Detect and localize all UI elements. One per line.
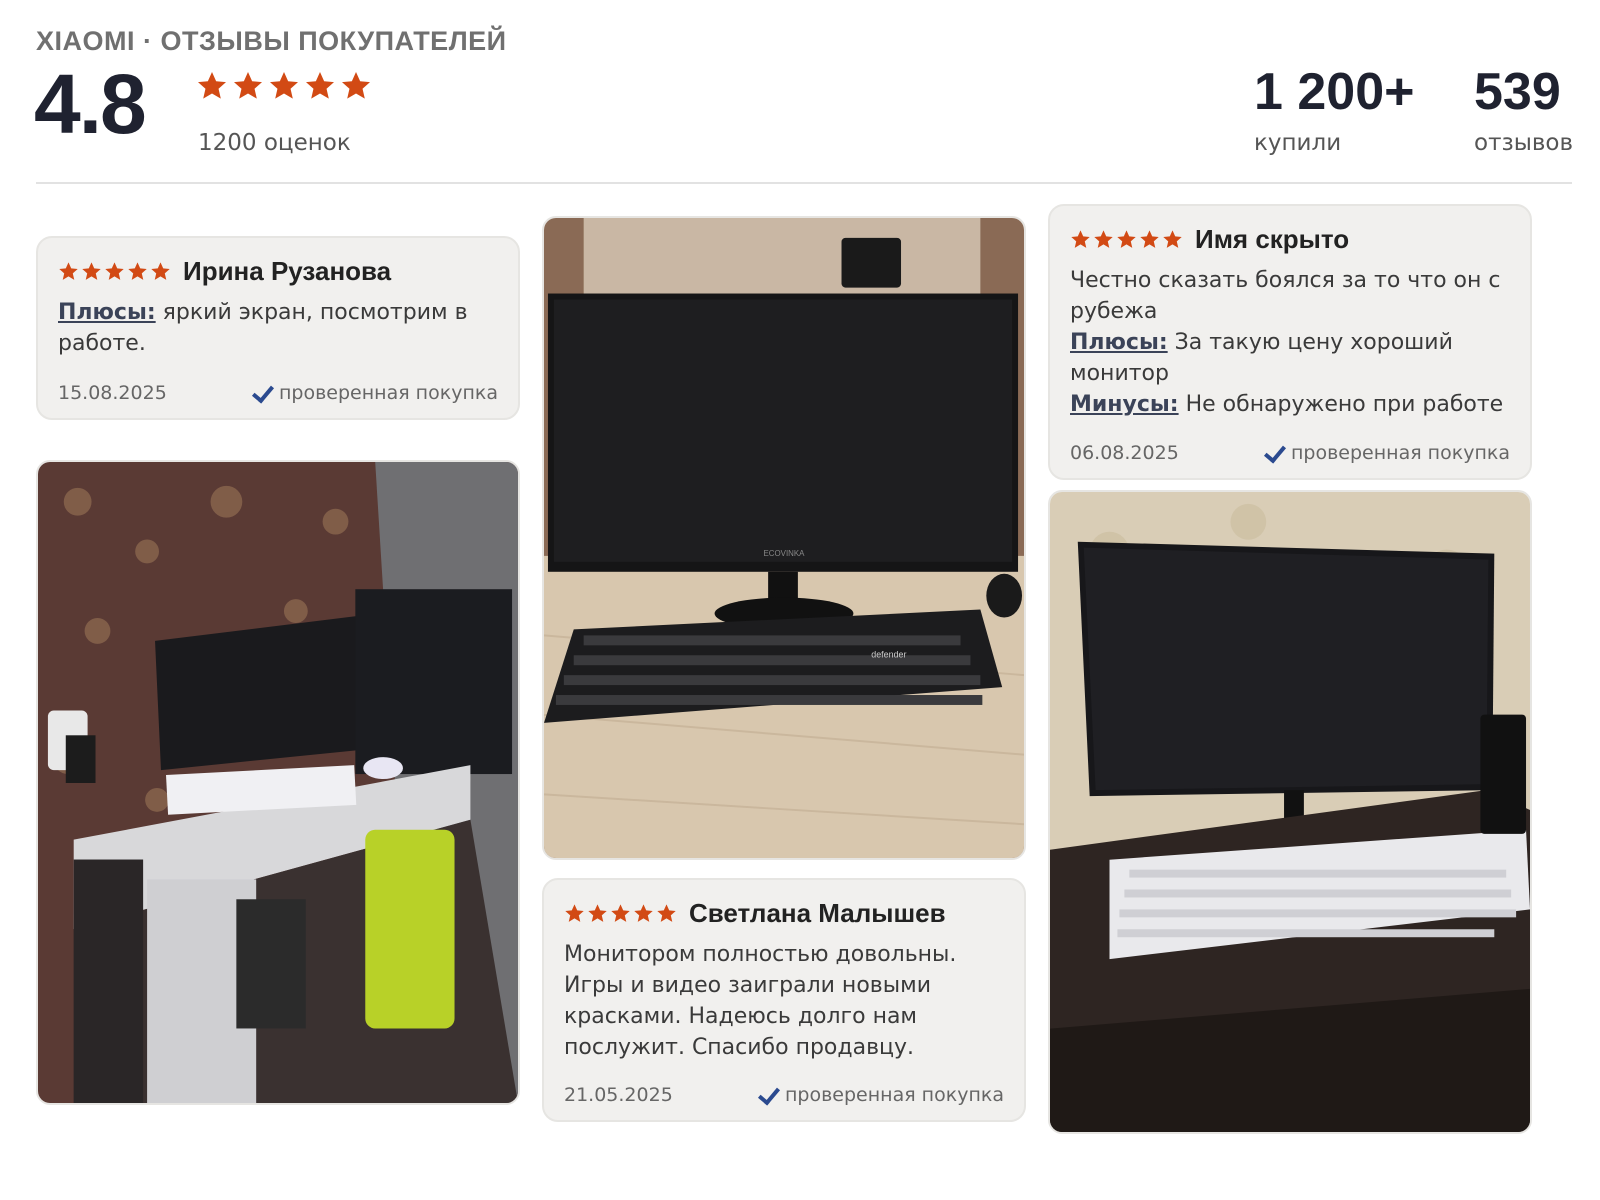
monitor-brand-label: ECOVINKA [764, 549, 806, 558]
review-card[interactable]: Ирина Рузанова Плюсы: яркий экран, посмо… [36, 236, 520, 420]
pros-label: Плюсы: [58, 300, 156, 325]
reviewer-name: Светлана Малышев [689, 898, 946, 928]
bought-label: купили [1254, 130, 1342, 156]
rating-count: 1200 оценок [198, 130, 351, 156]
star-icon [342, 72, 370, 99]
cons-text: Не обнаружено при работе [1185, 392, 1504, 417]
star-icon [611, 904, 630, 922]
star-icon [59, 262, 78, 280]
star-icon [105, 262, 124, 280]
keyboard-brand-label: defender [871, 649, 906, 659]
review-stars [1070, 229, 1183, 250]
verified-label: проверенная покупка [278, 382, 498, 404]
star-icon [1094, 230, 1113, 248]
review-photo[interactable]: ECOVINKA defender [542, 216, 1026, 860]
reviews-value: 539 [1474, 63, 1561, 121]
review-date: 15.08.2025 [58, 382, 167, 404]
reviewer-name: Ирина Рузанова [183, 256, 392, 286]
reviews-label: отзывов [1474, 130, 1574, 156]
check-icon [1263, 442, 1285, 464]
review-text: Честно сказать боялся за то что он с руб… [1070, 265, 1510, 420]
reviewer-name: Имя скрыто [1195, 224, 1350, 254]
rating-stars [196, 70, 372, 102]
star-icon [1117, 230, 1136, 248]
review-stars [58, 261, 171, 282]
review-date: 21.05.2025 [564, 1084, 673, 1106]
stat-bought: 1 200+ купили [1254, 62, 1415, 156]
star-icon [1071, 230, 1090, 248]
star-icon [128, 262, 147, 280]
verified-label: проверенная покупка [784, 1084, 1004, 1106]
check-icon [757, 1084, 779, 1106]
cons-label: Минусы: [1070, 392, 1179, 417]
average-rating: 4.8 [34, 57, 147, 151]
star-icon [1163, 230, 1182, 248]
header-divider [36, 182, 1572, 184]
review-photo[interactable] [36, 460, 520, 1105]
review-photo[interactable] [1048, 490, 1532, 1134]
star-icon [634, 904, 653, 922]
verified-badge: проверенная покупка [251, 382, 498, 404]
star-icon [565, 904, 584, 922]
review-text: Монитором полностью довольны. Игры и вид… [564, 942, 957, 1060]
review-date: 06.08.2025 [1070, 442, 1179, 464]
pros-label: Плюсы: [1070, 330, 1168, 355]
check-icon [251, 382, 273, 404]
star-icon [657, 904, 676, 922]
star-icon [306, 72, 334, 99]
verified-badge: проверенная покупка [757, 1084, 1004, 1106]
bought-value: 1 200+ [1254, 63, 1415, 121]
review-card[interactable]: Имя скрыто Честно сказать боялся за то ч… [1048, 204, 1532, 480]
star-icon [198, 72, 226, 99]
star-icon [151, 262, 170, 280]
stat-reviews: 539 отзывов [1474, 62, 1573, 156]
review-text: Плюсы: яркий экран, посмотрим в работе. [58, 297, 498, 359]
verified-label: проверенная покупка [1290, 442, 1510, 464]
verified-badge: проверенная покупка [1263, 442, 1510, 464]
star-icon [82, 262, 101, 280]
review-stars [564, 903, 677, 924]
review-comment: Честно сказать боялся за то что он с руб… [1070, 268, 1501, 324]
star-icon [588, 904, 607, 922]
review-card[interactable]: Светлана Малышев Монитором полностью дов… [542, 878, 1026, 1122]
star-icon [270, 72, 298, 99]
brand-heading: XIAOMI · ОТЗЫВЫ ПОКУПАТЕЛЕЙ [36, 26, 507, 56]
star-icon [234, 72, 262, 99]
star-icon [1140, 230, 1159, 248]
